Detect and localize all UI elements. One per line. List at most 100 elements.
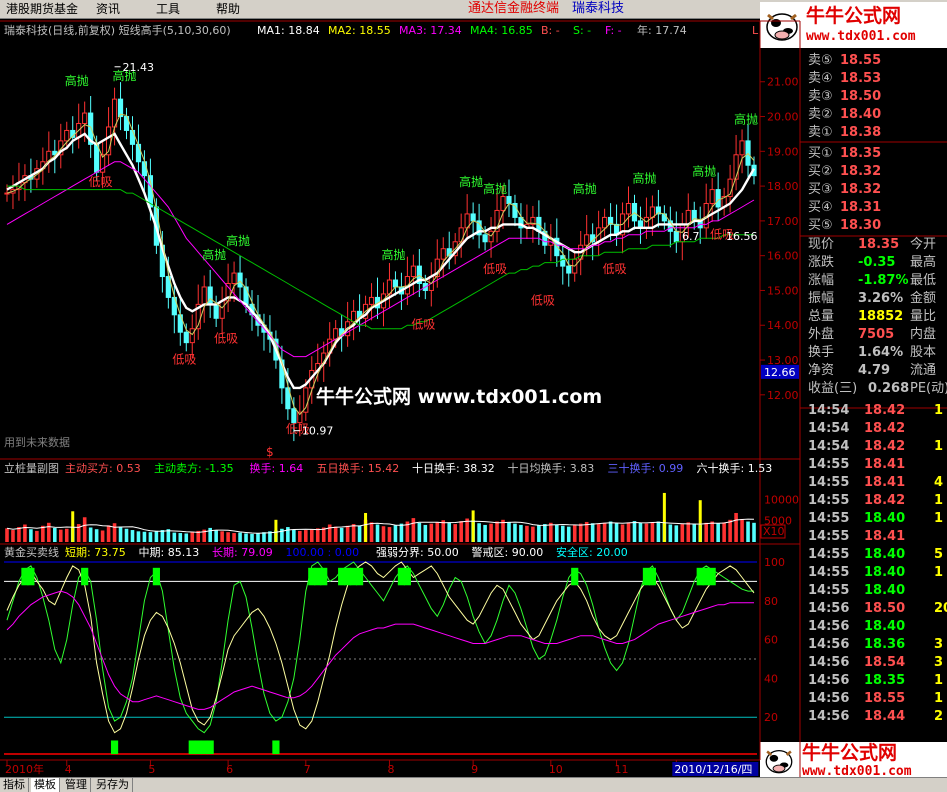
- sell-level-row: 卖③ 18.50: [806, 88, 947, 106]
- tab-manage[interactable]: 管理: [62, 778, 91, 792]
- time-tick-label: 10: [549, 763, 563, 776]
- main-flag: L: [752, 24, 759, 37]
- volume-bar: [160, 530, 165, 542]
- sell-level-price: 18.50: [840, 89, 882, 104]
- stat-row: 外盘 7505 内盘: [806, 326, 947, 344]
- volume-bar: [232, 533, 236, 542]
- volume-bar: [29, 529, 33, 542]
- volume-bar: [286, 527, 290, 542]
- volume-bar: [130, 530, 135, 542]
- tick-volume: 1: [934, 439, 944, 454]
- stat-row: 总量 18852 量比: [806, 308, 947, 326]
- volume-bar: [746, 521, 750, 542]
- candle-body: [351, 310, 357, 323]
- volume-bar: [477, 523, 481, 542]
- sell-level-label: 卖①: [808, 125, 833, 140]
- kline-chart[interactable]: 瑞泰科技(日线,前复权) 短线高手(5,10,30,60) MA1: 18.84 M…: [0, 0, 947, 792]
- tab-indicator[interactable]: 指标: [0, 778, 29, 792]
- price-tick-label: 18.00: [767, 180, 799, 193]
- volume-flag-bar: [71, 511, 75, 542]
- time-tick-label: 8: [387, 763, 394, 776]
- volume-bar: [608, 521, 613, 542]
- volume-bar: [172, 532, 177, 542]
- tab-save-as[interactable]: 另存为: [93, 778, 133, 792]
- tick-time: 14:55: [808, 511, 850, 526]
- dollar-marker: $: [266, 445, 274, 459]
- stat-label: 收益(三): [808, 381, 858, 396]
- stat-value: 3.26%: [858, 291, 904, 306]
- volume-bar: [489, 523, 493, 542]
- buy-level-price: 18.31: [840, 200, 882, 215]
- stat-value: -0.35: [858, 255, 896, 270]
- osc-high-block: [27, 567, 35, 586]
- tab-template[interactable]: 模板: [31, 778, 60, 792]
- stat-extra-label: 最低: [910, 273, 937, 288]
- volume-bar: [369, 522, 374, 542]
- tick-time: 14:54: [808, 421, 850, 436]
- volume-bar: [53, 527, 57, 542]
- volume-bar: [118, 526, 123, 542]
- volume-bar: [560, 525, 565, 542]
- volume-bar: [381, 526, 386, 542]
- stat-value: 1.64%: [858, 345, 904, 360]
- volume-bar: [106, 525, 111, 542]
- candle-body: [709, 189, 715, 204]
- buy-level-row: 买① 18.35: [806, 145, 947, 163]
- tick-price: 18.41: [864, 457, 906, 472]
- vol-unit-label: X10: [763, 525, 785, 538]
- stat-extra-label: 量比: [910, 309, 937, 324]
- stat-value: 0.268: [868, 381, 910, 396]
- tick-time: 14:54: [808, 439, 850, 454]
- candle-body: [715, 189, 721, 208]
- volume-flag-bar: [698, 500, 702, 542]
- volume-bar: [537, 525, 541, 542]
- volume-bar: [35, 530, 39, 542]
- stat-extra-label: 内盘: [910, 327, 937, 342]
- volume-flag-bar: [364, 512, 368, 542]
- future-data-note: 用到未来数据: [4, 435, 70, 449]
- volume-bar: [387, 527, 392, 542]
- stat-label: 涨幅: [808, 273, 835, 288]
- stat-row: 涨幅 -1.87% 最低: [806, 272, 947, 290]
- volume-bar: [345, 525, 350, 542]
- signal-high-label: 高抛: [202, 247, 226, 262]
- candle-body: [213, 303, 219, 319]
- candle-body: [291, 408, 297, 424]
- volume-bar: [190, 531, 195, 542]
- stat-label: 总量: [808, 309, 835, 324]
- buy-level-row: 买② 18.32: [806, 163, 947, 181]
- volume-bar: [531, 526, 535, 542]
- volume-bar: [519, 524, 523, 542]
- osc-long-line: [6, 590, 754, 710]
- tick-row: 14:56 18.35 1: [806, 672, 947, 690]
- osc-legend-item: 黄金买卖线: [4, 545, 59, 559]
- sell-level-row: 卖④ 18.53: [806, 70, 947, 88]
- volume-bar: [572, 524, 577, 542]
- buy-level-price: 18.30: [840, 218, 882, 233]
- main-legend-item: MA2: 18.55: [328, 24, 391, 37]
- vol-legend-item: 十日均换手: 3.83: [508, 461, 595, 475]
- volume-bar: [668, 524, 673, 542]
- osc-legend-item: 长期: 79.09: [212, 546, 273, 559]
- candle-body: [141, 161, 148, 177]
- tick-time: 14:56: [808, 673, 850, 688]
- main-legend-item: MA3: 17.34: [399, 24, 462, 37]
- volume-bar: [620, 524, 625, 542]
- buy-level-label: 买③: [808, 182, 833, 197]
- volume-bar: [214, 530, 218, 542]
- tick-price: 18.44: [864, 709, 906, 724]
- osc-legend-item: 强弱分界: 50.00: [376, 546, 459, 559]
- sell-level-row: 卖⑤ 18.55: [806, 52, 947, 70]
- volume-bar: [459, 521, 463, 542]
- volume-bar: [315, 528, 320, 542]
- tick-volume: 1: [934, 673, 944, 688]
- volume-bar: [710, 521, 714, 542]
- candle-body: [661, 213, 667, 222]
- tick-volume: 3: [934, 655, 944, 670]
- stat-row: 净资 4.79 流通: [806, 362, 947, 380]
- price-tick-label: 14.00: [767, 319, 799, 332]
- signal-high-label: 高抛: [692, 164, 716, 179]
- tick-price: 18.42: [864, 493, 906, 508]
- tick-time: 14:56: [808, 655, 850, 670]
- volume-bar: [423, 524, 428, 542]
